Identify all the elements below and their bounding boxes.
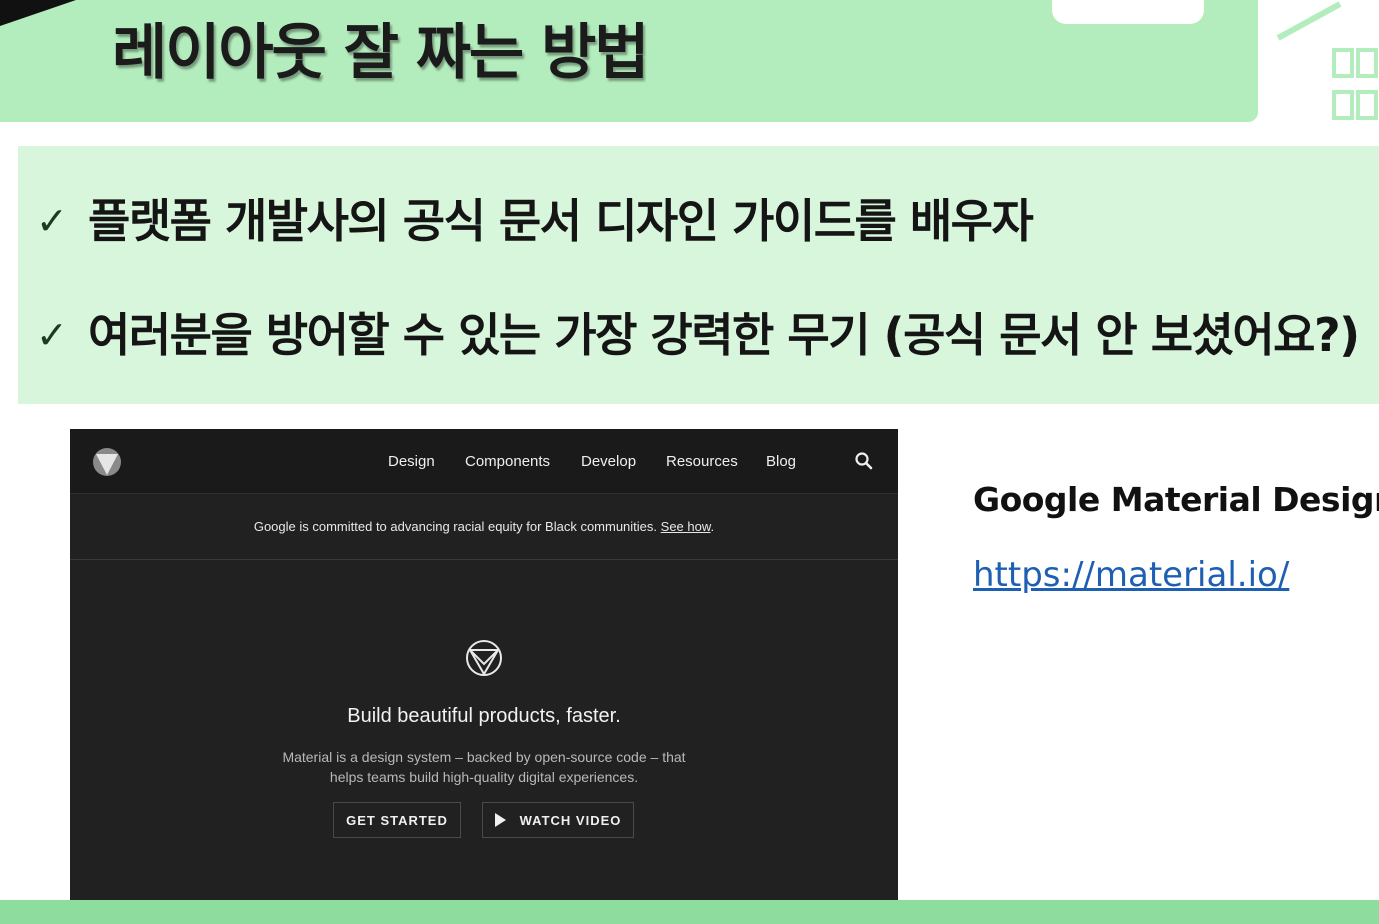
material-logo-icon[interactable] [92,447,122,477]
search-icon[interactable] [854,451,874,471]
bullet-panel: ✓ 플랫폼 개발사의 공식 문서 디자인 가이드를 배우자 ✓ 여러분을 방어할… [18,146,1379,404]
check-icon: ✓ [36,199,68,243]
cloud-decoration [1052,0,1204,24]
bullet-text: 플랫폼 개발사의 공식 문서 디자인 가이드를 배우자 [88,194,1034,248]
hero-description-line: Material is a design system – backed by … [282,749,686,765]
material-logo-icon [466,640,502,676]
material-site-screenshot: Design Components Develop Resources Blog… [70,429,898,924]
see-how-link[interactable]: See how [661,519,711,534]
nav-develop[interactable]: Develop [581,453,636,470]
nav-resources[interactable]: Resources [666,453,738,470]
announcement-period: . [710,519,715,534]
nav-components[interactable]: Components [465,453,550,470]
get-started-button[interactable]: GET STARTED [333,802,461,838]
nav-blog[interactable]: Blog [766,453,796,470]
bullet-item: ✓ 플랫폼 개발사의 공식 문서 디자인 가이드를 배우자 [36,194,1034,248]
play-icon [494,813,506,827]
site-top-app-bar: Design Components Develop Resources Blog [70,429,898,494]
hero-title: Build beautiful products, faster. [347,705,621,727]
slide-title: 레이아웃 잘 짜는 방법 [112,18,649,88]
watch-video-button[interactable]: WATCH VIDEO [482,802,634,838]
watch-video-label: WATCH VIDEO [519,812,622,828]
reference-title: Google Material Design [973,480,1379,519]
hero-description: Material is a design system – backed by … [234,747,734,787]
get-started-label: GET STARTED [346,812,448,828]
announcement-text: Google is committed to advancing racial … [253,519,658,534]
house-icon [1260,0,1379,130]
check-icon: ✓ [36,313,68,357]
nav-design[interactable]: Design [388,453,435,470]
reference-link[interactable]: https://material.io/ [973,555,1289,595]
hero-description-line: helps teams build high-quality digital e… [329,769,639,785]
bullet-item: ✓ 여러분을 방어할 수 있는 가장 강력한 무기 (공식 문서 안 보셨어요?… [36,308,1360,362]
footer-band [0,900,1379,924]
corner-decoration [0,0,76,26]
announcement-banner: Google is committed to advancing racial … [70,494,898,560]
bullet-text: 여러분을 방어할 수 있는 가장 강력한 무기 (공식 문서 안 보셨어요?) [88,308,1360,362]
